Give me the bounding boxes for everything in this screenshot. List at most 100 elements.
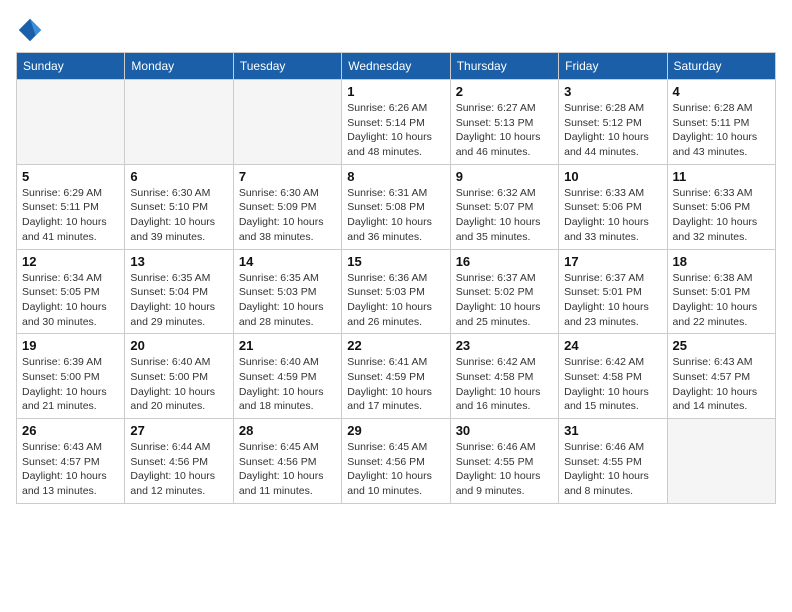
day-info: Sunrise: 6:35 AMSunset: 5:04 PMDaylight:… <box>130 271 227 330</box>
weekday-header-monday: Monday <box>125 53 233 80</box>
logo-icon <box>16 16 44 44</box>
weekday-header-friday: Friday <box>559 53 667 80</box>
weekday-header-thursday: Thursday <box>450 53 558 80</box>
day-info: Sunrise: 6:26 AMSunset: 5:14 PMDaylight:… <box>347 101 444 160</box>
day-number: 5 <box>22 169 119 184</box>
day-number: 8 <box>347 169 444 184</box>
page-header <box>16 16 776 44</box>
calendar-cell: 20 Sunrise: 6:40 AMSunset: 5:00 PMDayligh… <box>125 334 233 419</box>
calendar-cell: 10 Sunrise: 6:33 AMSunset: 5:06 PMDayligh… <box>559 164 667 249</box>
day-info: Sunrise: 6:29 AMSunset: 5:11 PMDaylight:… <box>22 186 119 245</box>
day-number: 3 <box>564 84 661 99</box>
day-info: Sunrise: 6:42 AMSunset: 4:58 PMDaylight:… <box>456 355 553 414</box>
day-number: 16 <box>456 254 553 269</box>
day-number: 25 <box>673 338 770 353</box>
calendar-cell: 18Sunrise: 6:38 AMSunset: 5:01 PMDayligh… <box>667 249 775 334</box>
day-number: 7 <box>239 169 336 184</box>
calendar-cell: 28 Sunrise: 6:45 AMSunset: 4:56 PMDayligh… <box>233 419 341 504</box>
calendar-cell: 22 Sunrise: 6:41 AMSunset: 4:59 PMDayligh… <box>342 334 450 419</box>
day-number: 19 <box>22 338 119 353</box>
day-info: Sunrise: 6:46 AMSunset: 4:55 PMDaylight:… <box>456 440 553 499</box>
day-number: 12 <box>22 254 119 269</box>
day-info: Sunrise: 6:46 AMSunset: 4:55 PMDaylight:… <box>564 440 661 499</box>
day-number: 31 <box>564 423 661 438</box>
weekday-header-wednesday: Wednesday <box>342 53 450 80</box>
calendar-cell: 25 Sunrise: 6:43 AMSunset: 4:57 PMDayligh… <box>667 334 775 419</box>
calendar-cell: 17Sunrise: 6:37 AMSunset: 5:01 PMDayligh… <box>559 249 667 334</box>
day-info: Sunrise: 6:34 AMSunset: 5:05 PMDaylight:… <box>22 271 119 330</box>
day-number: 24 <box>564 338 661 353</box>
day-number: 27 <box>130 423 227 438</box>
calendar-cell: 14 Sunrise: 6:35 AMSunset: 5:03 PMDayligh… <box>233 249 341 334</box>
calendar-table: SundayMondayTuesdayWednesdayThursdayFrid… <box>16 52 776 504</box>
day-info: Sunrise: 6:28 AMSunset: 5:11 PMDaylight:… <box>673 101 770 160</box>
day-number: 15 <box>347 254 444 269</box>
day-info: Sunrise: 6:33 AMSunset: 5:06 PMDaylight:… <box>673 186 770 245</box>
calendar-cell: 27 Sunrise: 6:44 AMSunset: 4:56 PMDayligh… <box>125 419 233 504</box>
day-info: Sunrise: 6:40 AMSunset: 5:00 PMDaylight:… <box>130 355 227 414</box>
calendar-cell: 11Sunrise: 6:33 AMSunset: 5:06 PMDayligh… <box>667 164 775 249</box>
day-info: Sunrise: 6:39 AMSunset: 5:00 PMDaylight:… <box>22 355 119 414</box>
day-info: Sunrise: 6:43 AMSunset: 4:57 PMDaylight:… <box>22 440 119 499</box>
calendar-cell: 23 Sunrise: 6:42 AMSunset: 4:58 PMDayligh… <box>450 334 558 419</box>
calendar-cell: 6Sunrise: 6:30 AMSunset: 5:10 PMDaylight… <box>125 164 233 249</box>
calendar-cell <box>125 80 233 165</box>
day-info: Sunrise: 6:36 AMSunset: 5:03 PMDaylight:… <box>347 271 444 330</box>
calendar-cell: 15 Sunrise: 6:36 AMSunset: 5:03 PMDayligh… <box>342 249 450 334</box>
day-number: 17 <box>564 254 661 269</box>
calendar-cell: 26 Sunrise: 6:43 AMSunset: 4:57 PMDayligh… <box>17 419 125 504</box>
day-info: Sunrise: 6:42 AMSunset: 4:58 PMDaylight:… <box>564 355 661 414</box>
calendar-week-row: 26 Sunrise: 6:43 AMSunset: 4:57 PMDayligh… <box>17 419 776 504</box>
calendar-cell: 7 Sunrise: 6:30 AMSunset: 5:09 PMDaylight… <box>233 164 341 249</box>
day-info: Sunrise: 6:31 AMSunset: 5:08 PMDaylight:… <box>347 186 444 245</box>
day-number: 29 <box>347 423 444 438</box>
day-info: Sunrise: 6:40 AMSunset: 4:59 PMDaylight:… <box>239 355 336 414</box>
calendar-cell: 16 Sunrise: 6:37 AMSunset: 5:02 PMDayligh… <box>450 249 558 334</box>
calendar-cell <box>667 419 775 504</box>
day-info: Sunrise: 6:33 AMSunset: 5:06 PMDaylight:… <box>564 186 661 245</box>
calendar-cell: 31 Sunrise: 6:46 AMSunset: 4:55 PMDayligh… <box>559 419 667 504</box>
day-number: 4 <box>673 84 770 99</box>
calendar-cell: 19 Sunrise: 6:39 AMSunset: 5:00 PMDayligh… <box>17 334 125 419</box>
day-info: Sunrise: 6:30 AMSunset: 5:09 PMDaylight:… <box>239 186 336 245</box>
day-info: Sunrise: 6:32 AMSunset: 5:07 PMDaylight:… <box>456 186 553 245</box>
day-info: Sunrise: 6:35 AMSunset: 5:03 PMDaylight:… <box>239 271 336 330</box>
day-number: 23 <box>456 338 553 353</box>
day-number: 13 <box>130 254 227 269</box>
calendar-cell: 1Sunrise: 6:26 AMSunset: 5:14 PMDaylight… <box>342 80 450 165</box>
calendar-cell: 13 Sunrise: 6:35 AMSunset: 5:04 PMDayligh… <box>125 249 233 334</box>
calendar-cell: 9 Sunrise: 6:32 AMSunset: 5:07 PMDaylight… <box>450 164 558 249</box>
day-number: 2 <box>456 84 553 99</box>
day-number: 10 <box>564 169 661 184</box>
day-number: 22 <box>347 338 444 353</box>
calendar-week-row: 1Sunrise: 6:26 AMSunset: 5:14 PMDaylight… <box>17 80 776 165</box>
calendar-cell: 8 Sunrise: 6:31 AMSunset: 5:08 PMDaylight… <box>342 164 450 249</box>
calendar-cell: 30 Sunrise: 6:46 AMSunset: 4:55 PMDayligh… <box>450 419 558 504</box>
weekday-header-tuesday: Tuesday <box>233 53 341 80</box>
weekday-header-sunday: Sunday <box>17 53 125 80</box>
day-info: Sunrise: 6:30 AMSunset: 5:10 PMDaylight:… <box>130 186 227 245</box>
day-info: Sunrise: 6:45 AMSunset: 4:56 PMDaylight:… <box>347 440 444 499</box>
day-info: Sunrise: 6:41 AMSunset: 4:59 PMDaylight:… <box>347 355 444 414</box>
logo <box>16 16 48 44</box>
day-info: Sunrise: 6:28 AMSunset: 5:12 PMDaylight:… <box>564 101 661 160</box>
day-number: 28 <box>239 423 336 438</box>
day-number: 20 <box>130 338 227 353</box>
calendar-cell: 21 Sunrise: 6:40 AMSunset: 4:59 PMDayligh… <box>233 334 341 419</box>
day-number: 30 <box>456 423 553 438</box>
calendar-cell: 4 Sunrise: 6:28 AMSunset: 5:11 PMDaylight… <box>667 80 775 165</box>
day-number: 9 <box>456 169 553 184</box>
calendar-cell <box>17 80 125 165</box>
calendar-cell <box>233 80 341 165</box>
calendar-cell: 3 Sunrise: 6:28 AMSunset: 5:12 PMDaylight… <box>559 80 667 165</box>
calendar-week-row: 19 Sunrise: 6:39 AMSunset: 5:00 PMDayligh… <box>17 334 776 419</box>
day-info: Sunrise: 6:44 AMSunset: 4:56 PMDaylight:… <box>130 440 227 499</box>
day-info: Sunrise: 6:43 AMSunset: 4:57 PMDaylight:… <box>673 355 770 414</box>
day-number: 14 <box>239 254 336 269</box>
day-info: Sunrise: 6:37 AMSunset: 5:02 PMDaylight:… <box>456 271 553 330</box>
calendar-cell: 29 Sunrise: 6:45 AMSunset: 4:56 PMDayligh… <box>342 419 450 504</box>
calendar-cell: 12 Sunrise: 6:34 AMSunset: 5:05 PMDayligh… <box>17 249 125 334</box>
day-info: Sunrise: 6:45 AMSunset: 4:56 PMDaylight:… <box>239 440 336 499</box>
day-number: 26 <box>22 423 119 438</box>
day-number: 21 <box>239 338 336 353</box>
